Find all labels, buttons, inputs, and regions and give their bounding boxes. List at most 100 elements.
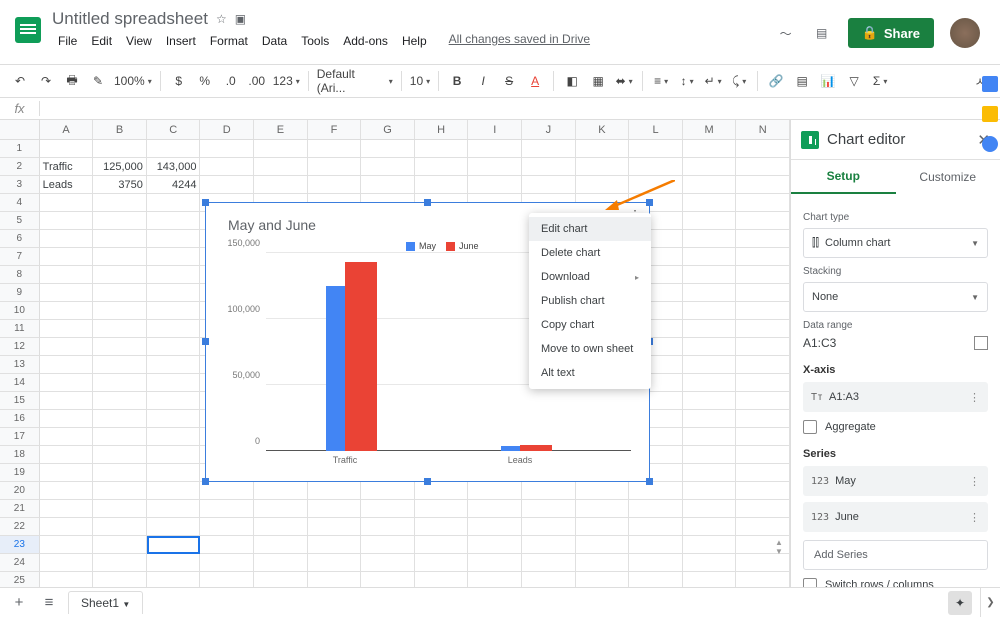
- cell[interactable]: [736, 392, 790, 410]
- row-header[interactable]: 20: [0, 482, 40, 500]
- cell[interactable]: [93, 320, 147, 338]
- data-range-value[interactable]: A1:C3: [803, 336, 836, 350]
- cell[interactable]: [736, 140, 790, 158]
- menu-file[interactable]: File: [52, 32, 83, 50]
- cell[interactable]: [200, 554, 254, 572]
- cell[interactable]: [40, 410, 94, 428]
- cell[interactable]: [683, 230, 737, 248]
- cell[interactable]: [93, 392, 147, 410]
- cell[interactable]: [736, 320, 790, 338]
- row-header[interactable]: 19: [0, 464, 40, 482]
- row-header[interactable]: 5: [0, 212, 40, 230]
- bold-icon[interactable]: B: [445, 69, 469, 93]
- cell[interactable]: [200, 176, 254, 194]
- cell[interactable]: [468, 482, 522, 500]
- ctx-download[interactable]: Download▸: [529, 265, 651, 289]
- chart-icon[interactable]: 📊: [816, 69, 840, 93]
- cell[interactable]: [93, 482, 147, 500]
- cell[interactable]: [93, 248, 147, 266]
- cell[interactable]: [736, 464, 790, 482]
- row-header[interactable]: 2: [0, 158, 40, 176]
- cell[interactable]: [254, 176, 308, 194]
- cell[interactable]: [736, 338, 790, 356]
- share-button[interactable]: 🔒Share: [848, 18, 934, 48]
- cell[interactable]: [40, 500, 94, 518]
- cell[interactable]: [683, 248, 737, 266]
- cell[interactable]: [93, 428, 147, 446]
- valign-icon[interactable]: ↕: [675, 69, 699, 93]
- kebab-icon[interactable]: ⋮: [969, 475, 980, 488]
- cell[interactable]: [93, 212, 147, 230]
- cell[interactable]: [683, 500, 737, 518]
- cell[interactable]: [40, 536, 94, 554]
- kebab-icon[interactable]: ⋮: [969, 391, 980, 404]
- cell[interactable]: [468, 140, 522, 158]
- resize-handle[interactable]: [202, 478, 209, 485]
- cell[interactable]: [576, 482, 630, 500]
- cell[interactable]: [361, 482, 415, 500]
- cell[interactable]: 143,000: [147, 158, 201, 176]
- cell[interactable]: [147, 356, 201, 374]
- col-header[interactable]: K: [576, 120, 630, 139]
- strike-icon[interactable]: S: [497, 69, 521, 93]
- cell[interactable]: [683, 302, 737, 320]
- cell[interactable]: [683, 518, 737, 536]
- cell[interactable]: [93, 338, 147, 356]
- cell[interactable]: [308, 158, 362, 176]
- cell[interactable]: [736, 284, 790, 302]
- embedded-chart[interactable]: ⋮ May and June May June 050,000100,00015…: [205, 202, 650, 482]
- cell[interactable]: [147, 464, 201, 482]
- fx-icon[interactable]: fx: [0, 101, 40, 116]
- cell[interactable]: [147, 230, 201, 248]
- avatar[interactable]: [950, 18, 980, 48]
- cell[interactable]: [736, 518, 790, 536]
- cell[interactable]: 125,000: [93, 158, 147, 176]
- cell[interactable]: [147, 482, 201, 500]
- cell[interactable]: [40, 302, 94, 320]
- cell[interactable]: [736, 248, 790, 266]
- cell[interactable]: [93, 230, 147, 248]
- cell[interactable]: [40, 518, 94, 536]
- tasks-icon[interactable]: [982, 136, 998, 152]
- cell[interactable]: [93, 374, 147, 392]
- row-header[interactable]: 14: [0, 374, 40, 392]
- cell[interactable]: [683, 320, 737, 338]
- ctx-copy[interactable]: Copy chart: [529, 313, 651, 337]
- cell[interactable]: [147, 212, 201, 230]
- cell[interactable]: [40, 464, 94, 482]
- cell[interactable]: [736, 500, 790, 518]
- cell[interactable]: [147, 374, 201, 392]
- cell[interactable]: [200, 500, 254, 518]
- select-range-icon[interactable]: [974, 336, 988, 350]
- cell[interactable]: [629, 158, 683, 176]
- col-header[interactable]: C: [147, 120, 201, 139]
- percent-icon[interactable]: %: [193, 69, 217, 93]
- cell[interactable]: [308, 500, 362, 518]
- cell[interactable]: [40, 212, 94, 230]
- col-header[interactable]: B: [93, 120, 147, 139]
- text-color-icon[interactable]: A: [523, 69, 547, 93]
- cell[interactable]: [736, 554, 790, 572]
- cell[interactable]: [522, 518, 576, 536]
- cell[interactable]: [468, 500, 522, 518]
- undo-icon[interactable]: ↶: [8, 69, 32, 93]
- cell[interactable]: [254, 140, 308, 158]
- col-header[interactable]: L: [629, 120, 683, 139]
- functions-icon[interactable]: Σ: [868, 69, 892, 93]
- resize-handle[interactable]: [424, 199, 431, 206]
- cell[interactable]: [40, 338, 94, 356]
- cell[interactable]: [147, 428, 201, 446]
- cell[interactable]: [93, 446, 147, 464]
- cell[interactable]: [147, 410, 201, 428]
- cell[interactable]: [683, 428, 737, 446]
- row-header[interactable]: 1: [0, 140, 40, 158]
- cell[interactable]: [40, 554, 94, 572]
- cell[interactable]: [361, 140, 415, 158]
- explore-button[interactable]: ✦: [948, 591, 972, 615]
- cell[interactable]: [93, 284, 147, 302]
- cell[interactable]: [522, 158, 576, 176]
- cell[interactable]: [736, 428, 790, 446]
- cell[interactable]: [40, 446, 94, 464]
- cell[interactable]: [147, 248, 201, 266]
- cell[interactable]: [361, 158, 415, 176]
